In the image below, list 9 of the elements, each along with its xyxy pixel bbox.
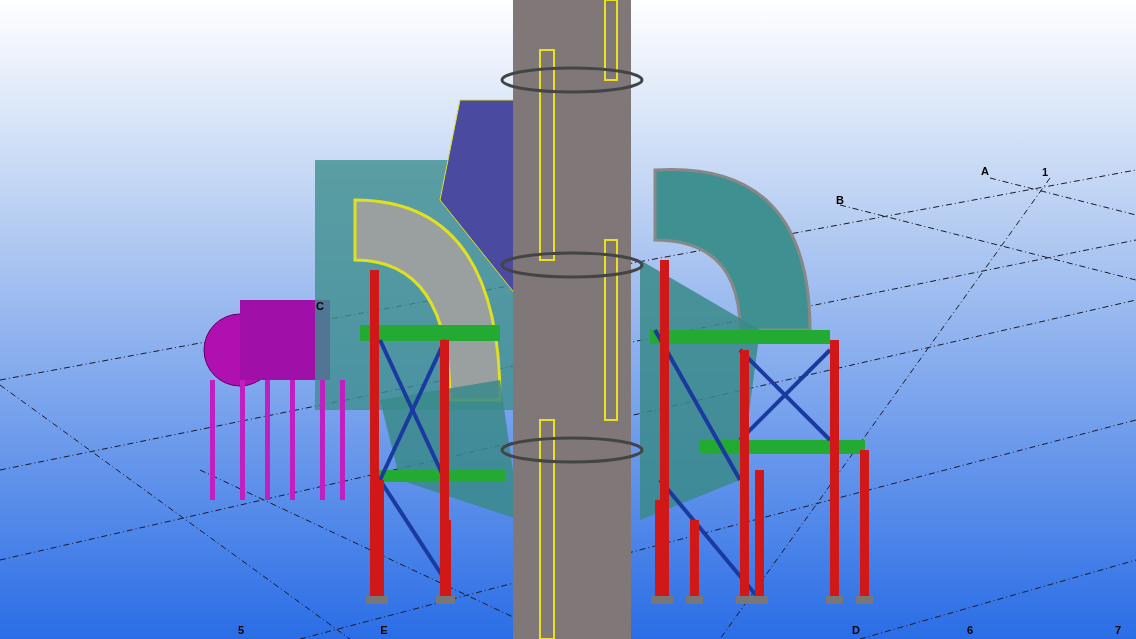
grid-label: A (981, 165, 989, 177)
grid-label: 1 (1041, 166, 1049, 178)
grid-label: D (852, 624, 860, 636)
grid-label: E (380, 624, 388, 636)
grid-label: C (316, 300, 324, 312)
grid-label: 5 (237, 624, 245, 636)
grid-label: 7 (1114, 624, 1122, 636)
grid-label: B (836, 194, 844, 206)
grid-label: 6 (966, 624, 974, 636)
